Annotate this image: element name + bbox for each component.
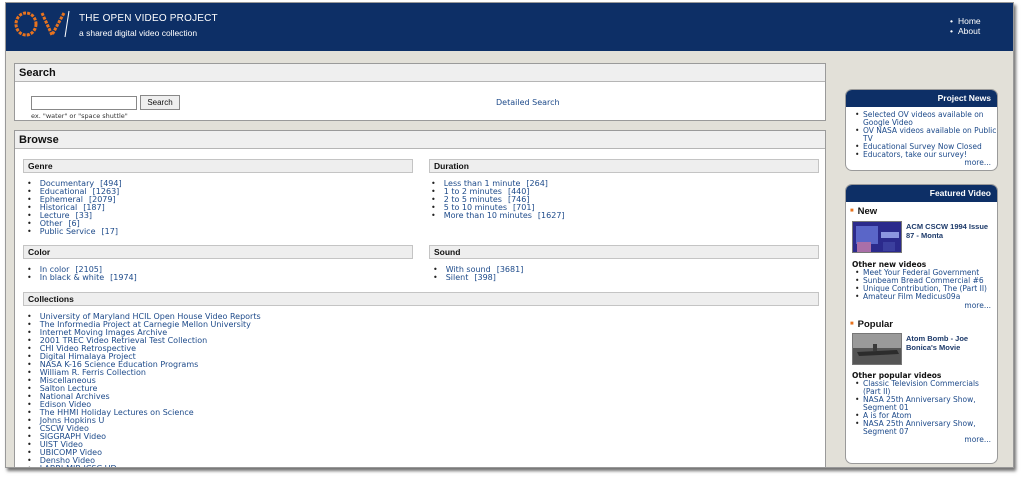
popular-video-title[interactable]: Atom Bomb - Joe Bonica's Movie xyxy=(906,334,996,352)
new-video-thumbnail[interactable] xyxy=(852,221,902,253)
detailed-search-link[interactable]: Detailed Search xyxy=(496,98,560,107)
collections-heading: Collections xyxy=(23,292,819,306)
color-item[interactable]: In black & white [1974] xyxy=(27,274,137,282)
search-heading: Search xyxy=(15,64,825,82)
search-panel: Search Search ex. "water" or "space shut… xyxy=(14,63,826,121)
other-new-item[interactable]: Amateur Film Medicus09a xyxy=(855,293,987,302)
sound-count: [398] xyxy=(474,273,496,282)
site-title: THE OPEN VIDEO PROJECT xyxy=(79,13,218,24)
sound-heading: Sound xyxy=(429,245,819,259)
sound-link[interactable]: Silent xyxy=(446,273,469,282)
news-item[interactable]: OV NASA videos available on Public TV xyxy=(855,127,997,143)
nav-home-link[interactable]: Home xyxy=(950,16,981,26)
browse-heading: Browse xyxy=(15,131,825,149)
genre-count: [17] xyxy=(101,227,118,236)
other-popular-item[interactable]: Classic Television Commercials (Part II) xyxy=(855,380,997,396)
project-news-heading: Project News xyxy=(846,90,997,107)
browser-frame: THE OPEN VIDEO PROJECT a shared digital … xyxy=(5,2,1014,468)
other-popular-item[interactable]: NASA 25th Anniversary Show, Segment 01 xyxy=(855,396,997,412)
search-button[interactable]: Search xyxy=(140,95,180,110)
other-popular-list: Classic Television Commercials (Part II)… xyxy=(846,380,997,436)
color-list: In color[2105]In black & white[1974] xyxy=(27,266,137,282)
popular-video-thumbnail[interactable] xyxy=(852,333,902,365)
featured-video-box: Featured Video New ACM CSCW 1994 Issue 8… xyxy=(845,184,998,464)
news-list: Selected OV videos available on Google V… xyxy=(846,111,997,160)
browse-panel: Browse Genre Documentary[494]Educational… xyxy=(14,130,826,468)
sound-list: With sound[3681]Silent[398] xyxy=(433,265,524,282)
ov-logo[interactable] xyxy=(12,9,72,39)
color-heading: Color xyxy=(23,245,413,259)
top-nav: Home About xyxy=(950,16,981,36)
new-video-title[interactable]: ACM CSCW 1994 Issue 87 - Monta xyxy=(906,222,996,240)
search-hint: ex. "water" or "space shuttle" xyxy=(31,112,128,120)
new-more-link[interactable]: more... xyxy=(964,301,991,310)
site-header: THE OPEN VIDEO PROJECT a shared digital … xyxy=(6,3,1013,51)
project-news-box: Project News Selected OV videos availabl… xyxy=(845,89,998,171)
other-popular-item[interactable]: NASA 25th Anniversary Show, Segment 07 xyxy=(855,420,997,436)
site-subtitle: a shared digital video collection xyxy=(79,28,198,38)
genre-item[interactable]: Public Service [17] xyxy=(27,228,122,236)
color-count: [1974] xyxy=(110,273,137,282)
featured-video-heading: Featured Video xyxy=(846,185,997,202)
other-new-list: Meet Your Federal GovernmentSunbeam Brea… xyxy=(846,269,987,302)
sound-item[interactable]: Silent [398] xyxy=(433,274,523,282)
search-input[interactable] xyxy=(31,96,137,110)
duration-heading: Duration xyxy=(429,159,819,173)
genre-link[interactable]: Public Service xyxy=(40,227,96,236)
genre-list: Documentary[494]Educational[1263]Ephemer… xyxy=(27,180,122,236)
genre-heading: Genre xyxy=(23,159,413,173)
duration-count: [264] xyxy=(526,179,548,188)
collections-list: University of Maryland HCIL Open House V… xyxy=(27,313,261,468)
nav-about-link[interactable]: About xyxy=(950,26,981,36)
duration-link[interactable]: More than 10 minutes xyxy=(444,211,532,220)
popular-heading: Popular xyxy=(850,319,893,330)
duration-count: [1627] xyxy=(537,211,565,220)
new-heading: New xyxy=(850,206,878,217)
duration-item[interactable]: More than 10 minutes [1627] xyxy=(431,212,565,220)
news-item[interactable]: Selected OV videos available on Google V… xyxy=(855,111,997,127)
duration-list: Less than 1 minute[264]1 to 2 minutes[44… xyxy=(431,180,565,220)
popular-more-link[interactable]: more... xyxy=(964,435,991,444)
news-more-link[interactable]: more... xyxy=(964,158,991,167)
color-link[interactable]: In black & white xyxy=(40,273,104,282)
collection-item[interactable]: LABRI-MIR ICSC UD xyxy=(27,465,261,468)
sound-count: [3681] xyxy=(496,265,524,274)
